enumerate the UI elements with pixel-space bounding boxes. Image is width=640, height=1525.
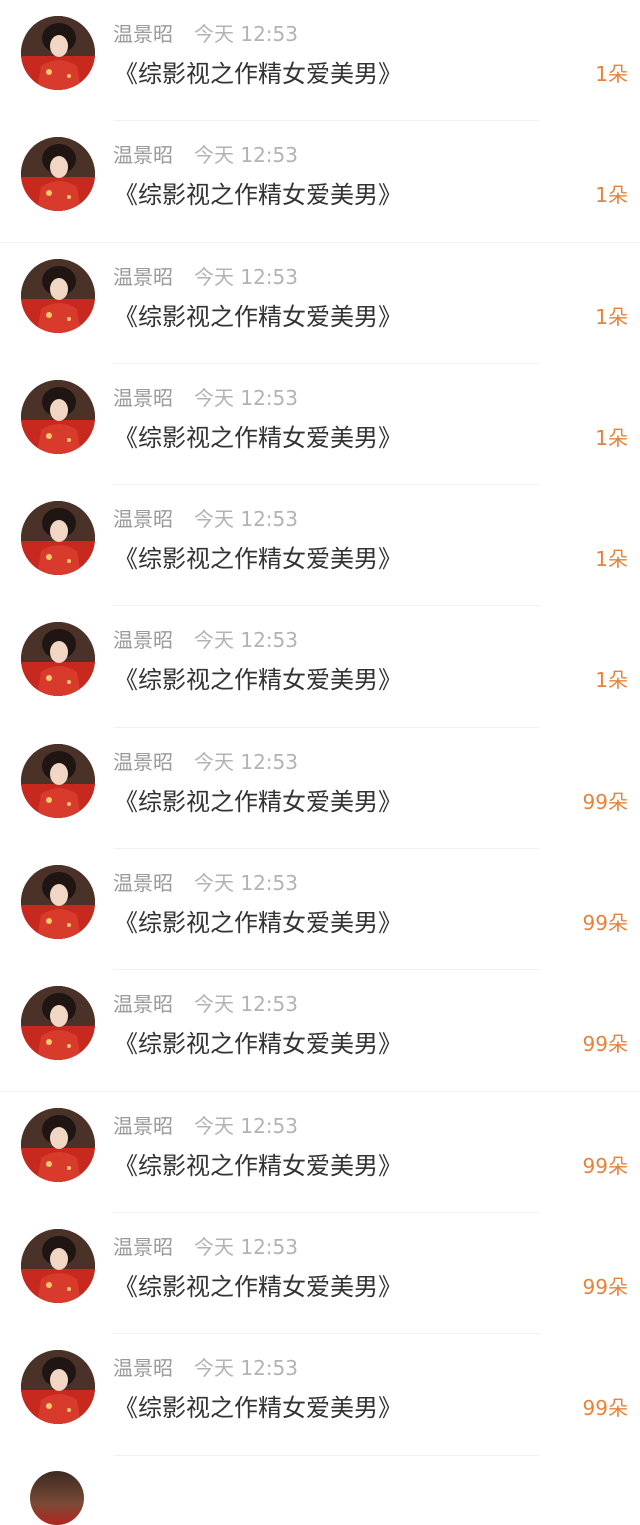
- list-item[interactable]: 温景昭 今天 12:53 《综影视之作精女爱美男》 99朵: [0, 1334, 640, 1456]
- avatar-portrait-icon: [21, 16, 95, 90]
- flower-count: 99朵: [582, 1153, 628, 1178]
- flower-count: 1朵: [595, 547, 628, 572]
- flower-count: 99朵: [582, 1274, 628, 1299]
- timestamp: 今天 12:53: [194, 992, 298, 1017]
- timestamp: 今天 12:53: [194, 385, 298, 410]
- book-title[interactable]: 《综影视之作精女爱美男》: [114, 179, 402, 211]
- list-item[interactable]: 温景昭 今天 12:53 《综影视之作精女爱美男》 99朵: [0, 970, 640, 1092]
- username[interactable]: 温景昭: [113, 142, 173, 168]
- timestamp: 今天 12:53: [194, 143, 298, 168]
- username[interactable]: 温景昭: [113, 627, 173, 653]
- avatar-portrait-icon: [21, 986, 95, 1061]
- avatar[interactable]: [21, 1228, 95, 1303]
- book-title[interactable]: 《综影视之作精女爱美男》: [114, 907, 402, 939]
- flower-count: 1朵: [595, 62, 628, 86]
- flower-count: 1朵: [595, 425, 628, 450]
- list-item[interactable]: 温景昭 今天 12:53 《综影视之作精女爱美男》 1朵: [0, 485, 640, 607]
- book-title[interactable]: 《综影视之作精女爱美男》: [114, 422, 402, 454]
- avatar[interactable]: [21, 1107, 95, 1182]
- avatar-portrait-icon: [21, 865, 95, 940]
- book-title[interactable]: 《综影视之作精女爱美男》: [114, 301, 402, 333]
- avatar[interactable]: [21, 743, 95, 818]
- book-title[interactable]: 《综影视之作精女爱美男》: [114, 1150, 402, 1182]
- avatar[interactable]: [21, 1350, 95, 1425]
- timestamp: 今天 12:53: [194, 1113, 298, 1138]
- avatar[interactable]: [21, 986, 95, 1061]
- username[interactable]: 温景昭: [113, 21, 173, 47]
- avatar-portrait-icon: [21, 743, 95, 818]
- list-item[interactable]: 温景昭 今天 12:53 《综影视之作精女爱美男》 99朵: [0, 849, 640, 971]
- timestamp: 今天 12:53: [194, 1234, 298, 1259]
- avatar[interactable]: [21, 16, 95, 90]
- book-title[interactable]: 《综影视之作精女爱美男》: [114, 664, 402, 696]
- avatar[interactable]: [21, 865, 95, 940]
- divider: [113, 1454, 540, 1456]
- book-title[interactable]: 《综影视之作精女爱美男》: [114, 786, 402, 818]
- flower-count: 99朵: [582, 1396, 628, 1421]
- timestamp: 今天 12:53: [194, 264, 298, 289]
- timestamp: 今天 12:53: [194, 22, 298, 46]
- username[interactable]: 温景昭: [113, 385, 173, 411]
- avatar-portrait-icon: [21, 258, 95, 333]
- username[interactable]: 温景昭: [113, 749, 173, 775]
- avatar-portrait-icon: [21, 1228, 95, 1303]
- flower-count: 99朵: [582, 1032, 628, 1057]
- list-item[interactable]: 温景昭 今天 12:53 《综影视之作精女爱美男》 1朵: [0, 364, 640, 486]
- flower-count: 1朵: [595, 304, 628, 329]
- flower-count: 99朵: [582, 911, 628, 936]
- flower-count: 1朵: [595, 183, 628, 208]
- list-item[interactable]: 温景昭 今天 12:53 《综影视之作精女爱美男》 99朵: [0, 728, 640, 850]
- username[interactable]: 温景昭: [113, 506, 173, 532]
- username[interactable]: 温景昭: [113, 264, 173, 290]
- avatar-portrait-icon: [21, 501, 95, 576]
- avatar[interactable]: [30, 1471, 84, 1525]
- list-item[interactable]: 温景昭 今天 12:53 《综影视之作精女爱美男》 1朵: [0, 243, 640, 364]
- flower-count: 99朵: [582, 789, 628, 814]
- timestamp: 今天 12:53: [194, 1356, 298, 1381]
- timestamp: 今天 12:53: [194, 628, 298, 653]
- avatar-portrait-icon: [21, 1350, 95, 1425]
- avatar-portrait-icon: [21, 622, 95, 697]
- avatar[interactable]: [21, 379, 95, 454]
- timestamp: 今天 12:53: [194, 507, 298, 532]
- list-item[interactable]: 温景昭 今天 12:53 《综影视之作精女爱美男》 1朵: [0, 606, 640, 728]
- avatar[interactable]: [21, 622, 95, 697]
- list-item[interactable]: 温景昭 今天 12:53 《综影视之作精女爱美男》 99朵: [0, 1092, 640, 1213]
- book-title[interactable]: 《综影视之作精女爱美男》: [114, 1271, 402, 1303]
- book-title[interactable]: 《综影视之作精女爱美男》: [114, 1392, 402, 1424]
- avatar[interactable]: [21, 258, 95, 333]
- username[interactable]: 温景昭: [113, 991, 173, 1017]
- gift-record-list: 温景昭 今天 12:53 《综影视之作精女爱美男》 1朵 温景昭 今天 12:5…: [0, 0, 640, 1456]
- list-item[interactable]: 温景昭 今天 12:53 《综影视之作精女爱美男》 1朵: [0, 0, 640, 122]
- avatar-portrait-icon: [21, 137, 95, 212]
- username[interactable]: 温景昭: [113, 870, 173, 896]
- username[interactable]: 温景昭: [113, 1113, 173, 1139]
- avatar[interactable]: [21, 501, 95, 576]
- username[interactable]: 温景昭: [113, 1355, 173, 1381]
- book-title[interactable]: 《综影视之作精女爱美男》: [114, 1028, 402, 1060]
- list-item[interactable]: 温景昭 今天 12:53 《综影视之作精女爱美男》 1朵: [0, 121, 640, 243]
- timestamp: 今天 12:53: [194, 871, 298, 896]
- list-item[interactable]: 温景昭 今天 12:53 《综影视之作精女爱美男》 99朵: [0, 1213, 640, 1335]
- book-title[interactable]: 《综影视之作精女爱美男》: [114, 543, 402, 575]
- avatar-portrait-icon: [21, 1107, 95, 1182]
- timestamp: 今天 12:53: [194, 749, 298, 774]
- username[interactable]: 温景昭: [113, 1234, 173, 1260]
- avatar-portrait-icon: [21, 379, 95, 454]
- book-title[interactable]: 《综影视之作精女爱美男》: [114, 58, 402, 90]
- flower-count: 1朵: [595, 668, 628, 693]
- avatar[interactable]: [21, 137, 95, 212]
